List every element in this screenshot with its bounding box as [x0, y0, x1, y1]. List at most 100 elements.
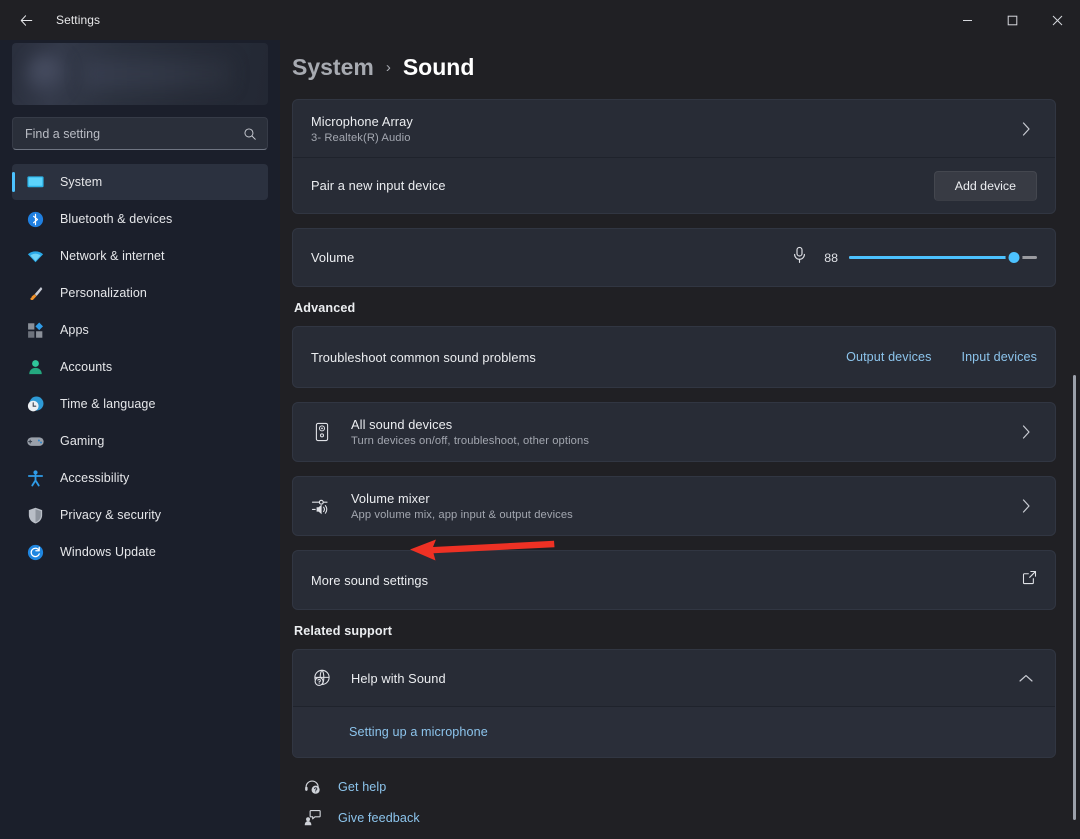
help-with-sound-label: Help with Sound — [351, 670, 446, 686]
sidebar-item-label: Bluetooth & devices — [60, 212, 173, 226]
arrow-left-icon — [20, 14, 32, 26]
sidebar-item-label: Time & language — [60, 397, 156, 411]
microphone-array-title: Microphone Array — [311, 113, 413, 129]
volume-mixer-subtitle: App volume mix, app input & output devic… — [351, 509, 573, 521]
sidebar-item-system[interactable]: System — [12, 164, 268, 200]
give-feedback-label[interactable]: Give feedback — [338, 811, 420, 825]
external-link-icon[interactable] — [1022, 570, 1037, 590]
sidebar-item-personalization[interactable]: Personalization — [12, 275, 268, 311]
minimize-icon — [963, 19, 972, 21]
breadcrumb-parent[interactable]: System — [292, 54, 374, 81]
more-sound-settings-row[interactable]: More sound settings — [293, 551, 1055, 609]
speaker-box-icon — [311, 422, 333, 442]
sidebar-item-label: Accounts — [60, 360, 113, 374]
settings-window: Settings Find a setting System Bluetooth… — [0, 0, 1080, 839]
microphone-array-subtitle: 3- Realtek(R) Audio — [311, 131, 411, 144]
person-icon — [24, 357, 46, 377]
troubleshoot-row: Troubleshoot common sound problems Outpu… — [293, 327, 1055, 387]
content-area: System › Sound Microphone Array 3- Realt… — [280, 40, 1080, 839]
paintbrush-icon — [24, 283, 46, 303]
get-help-label[interactable]: Get help — [338, 780, 386, 794]
input-devices-link[interactable]: Input devices — [961, 350, 1037, 364]
sidebar-item-privacy-security[interactable]: Privacy & security — [12, 497, 268, 533]
sidebar-item-gaming[interactable]: Gaming — [12, 423, 268, 459]
chevron-up-icon[interactable] — [1015, 674, 1037, 683]
search-input[interactable] — [25, 126, 243, 141]
volume-mixer-card: Volume mixer App volume mix, app input &… — [292, 476, 1056, 536]
troubleshoot-card: Troubleshoot common sound problems Outpu… — [292, 326, 1056, 388]
apps-icon — [24, 320, 46, 340]
microphone-array-row[interactable]: Microphone Array 3- Realtek(R) Audio — [293, 100, 1055, 157]
sidebar-item-label: Apps — [60, 323, 89, 337]
add-device-button[interactable]: Add device — [933, 170, 1037, 201]
sidebar-item-bluetooth-devices[interactable]: Bluetooth & devices — [12, 201, 268, 237]
sidebar-item-accounts[interactable]: Accounts — [12, 349, 268, 385]
shield-icon — [24, 505, 46, 525]
slider-thumb[interactable] — [1005, 249, 1023, 266]
all-sound-devices-subtitle: Turn devices on/off, troubleshoot, other… — [351, 435, 590, 447]
support-link-row: Setting up a microphone — [293, 707, 1055, 757]
sidebar-item-label: Accessibility — [60, 471, 130, 485]
back-button[interactable] — [8, 4, 44, 36]
update-icon — [24, 542, 46, 562]
help-icon — [302, 778, 322, 795]
slider-fill — [849, 256, 1015, 259]
give-feedback-link[interactable]: Give feedback — [302, 809, 1056, 826]
close-button[interactable] — [1035, 0, 1080, 40]
more-sound-settings-card: More sound settings — [292, 550, 1056, 610]
breadcrumb: System › Sound — [292, 40, 1056, 99]
microphone-array-text: Microphone Array 3- Realtek(R) Audio — [311, 114, 413, 144]
sidebar-item-apps[interactable]: Apps — [12, 312, 268, 348]
all-sound-devices-text: All sound devices Turn devices on/off, t… — [351, 417, 589, 447]
chevron-right-icon[interactable] — [1015, 425, 1037, 439]
output-devices-link[interactable]: Output devices — [846, 350, 931, 364]
input-device-card: Microphone Array 3- Realtek(R) Audio Pai… — [292, 99, 1056, 214]
content-scrollbar[interactable] — [1073, 375, 1076, 820]
minimize-button[interactable] — [945, 0, 990, 40]
volume-mixer-row[interactable]: Volume mixer App volume mix, app input &… — [293, 477, 1055, 535]
sidebar-item-label: Network & internet — [60, 249, 165, 263]
sidebar-item-network-internet[interactable]: Network & internet — [12, 238, 268, 274]
volume-slider[interactable] — [849, 249, 1037, 267]
all-sound-devices-card: All sound devices Turn devices on/off, t… — [292, 402, 1056, 462]
maximize-button[interactable] — [990, 0, 1035, 40]
close-icon — [1052, 15, 1063, 25]
sidebar-item-accessibility[interactable]: Accessibility — [12, 460, 268, 496]
advanced-heading: Advanced — [294, 301, 356, 315]
chevron-right-icon[interactable] — [1015, 499, 1037, 513]
sidebar-item-label: Privacy & security — [60, 508, 162, 522]
search-icon — [244, 127, 256, 140]
all-sound-devices-row[interactable]: All sound devices Turn devices on/off, t… — [293, 403, 1055, 461]
all-sound-devices-right — [1015, 425, 1037, 439]
footer-links: Get help Give feedback — [292, 778, 1056, 826]
gamepad-icon — [24, 431, 46, 451]
volume-card: Volume 88 — [292, 228, 1056, 287]
volume-mixer-text: Volume mixer App volume mix, app input &… — [351, 491, 573, 521]
sidebar-item-label: Personalization — [60, 286, 147, 300]
microphone-array-right — [1015, 121, 1037, 136]
user-profile-blurred[interactable] — [12, 43, 268, 105]
sidebar-item-label: Windows Update — [60, 545, 156, 559]
get-help-link[interactable]: Get help — [302, 778, 1056, 795]
volume-mixer-right — [1015, 499, 1037, 513]
setting-up-microphone-link[interactable]: Setting up a microphone — [349, 725, 488, 739]
more-sound-settings-right — [1022, 570, 1037, 590]
feedback-icon — [302, 809, 322, 826]
pair-device-label: Pair a new input device — [311, 178, 446, 193]
maximize-icon — [1007, 15, 1018, 25]
volume-row: Volume 88 — [293, 229, 1055, 286]
chevron-right-icon: › — [385, 59, 391, 76]
sidebar-item-time-language[interactable]: Time & language — [12, 386, 268, 422]
sidebar-item-windows-update[interactable]: Windows Update — [12, 534, 268, 570]
bluetooth-icon — [24, 209, 46, 229]
volume-slider-group: 88 — [792, 246, 1037, 269]
chevron-right-icon[interactable] — [1015, 121, 1037, 136]
sidebar: System Bluetooth & devices — [0, 40, 280, 839]
window-title: Settings — [56, 13, 101, 27]
help-with-sound-row[interactable]: Help with Sound — [293, 650, 1055, 706]
sidebar-item-label: System — [60, 175, 103, 189]
search-box[interactable] — [12, 117, 268, 150]
volume-value: 88 — [824, 250, 838, 265]
mixer-icon — [311, 496, 333, 516]
all-sound-devices-title: All sound devices — [351, 417, 453, 432]
